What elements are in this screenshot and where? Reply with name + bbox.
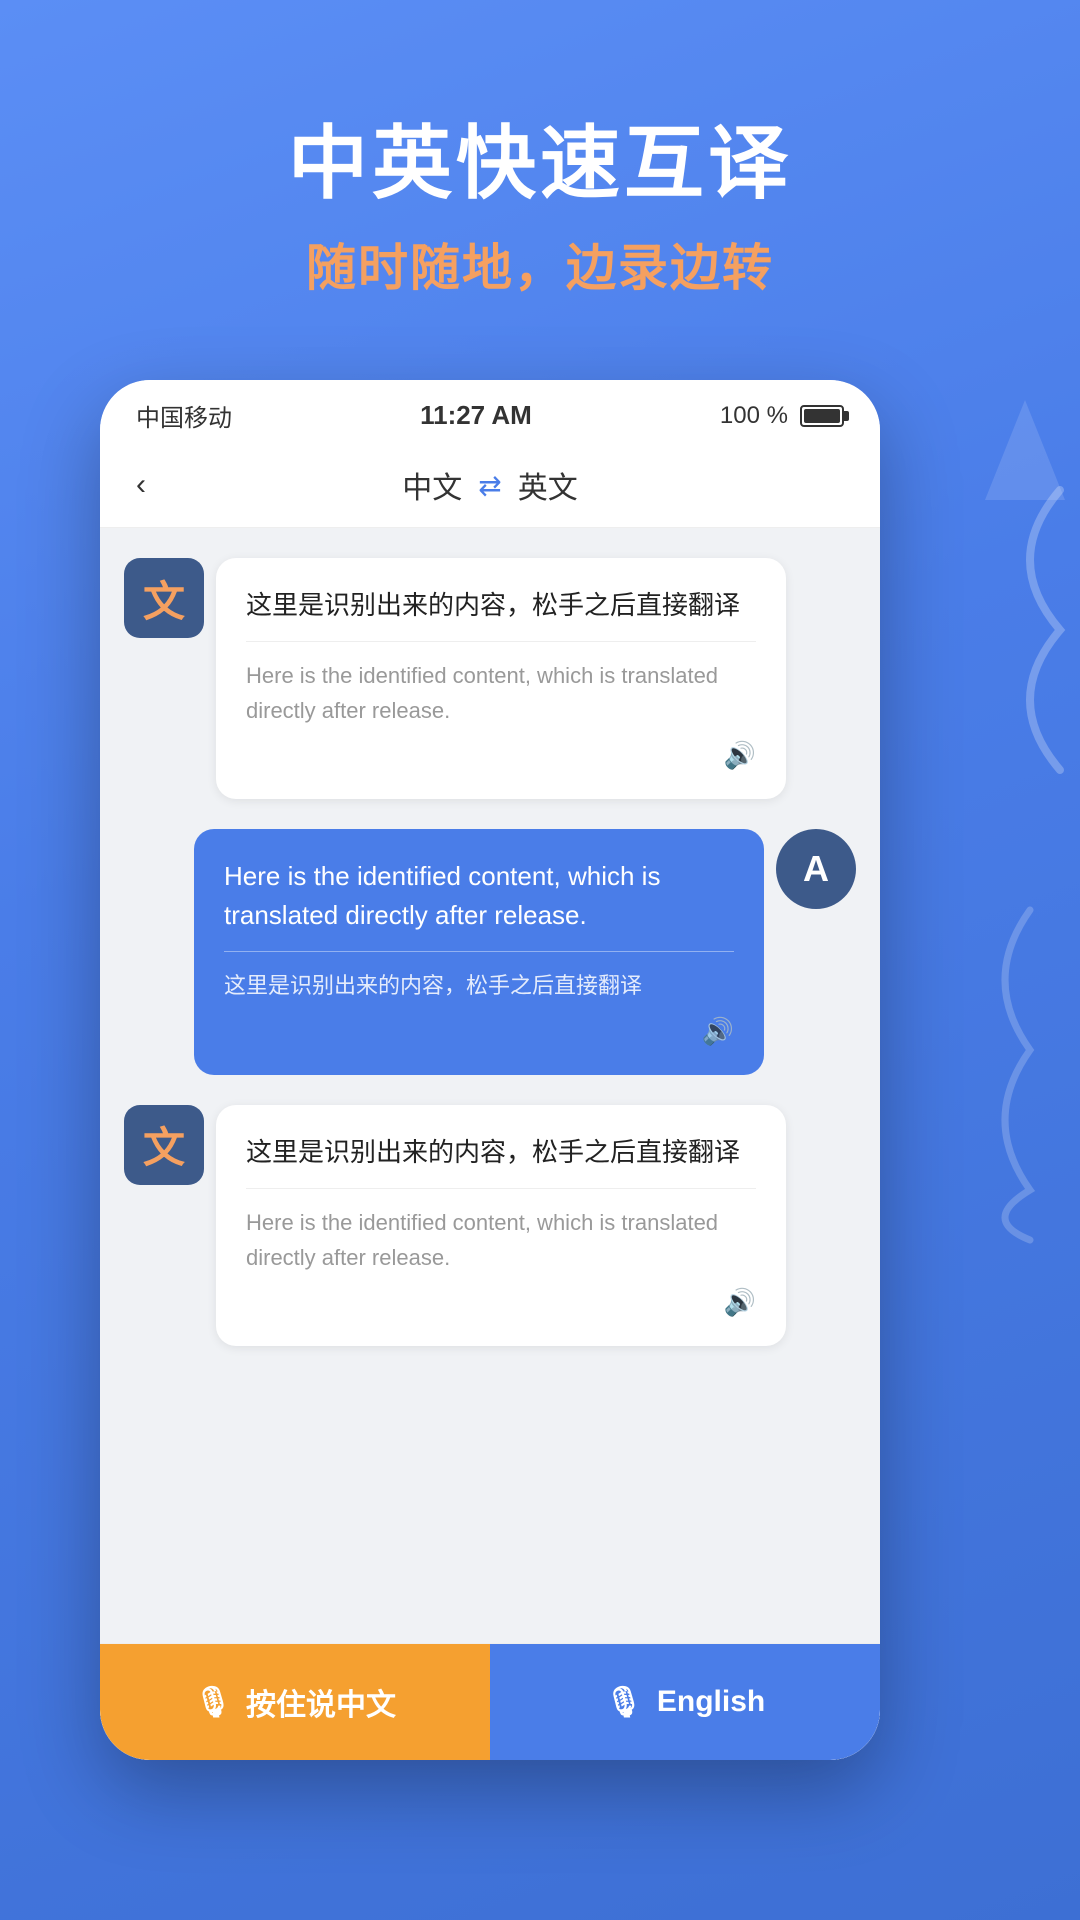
bubble-2: Here is the identified content, which is… [194, 829, 764, 1074]
carrier-text: 中国移动 [136, 398, 232, 433]
english-button-label: English [657, 1685, 765, 1719]
chinese-button-label: 按住说中文 [246, 1680, 396, 1724]
chat-area: 文 这里是识别出来的内容，松手之后直接翻译 Here is the identi… [100, 528, 880, 1760]
sound-icon-2[interactable]: 🔊 [224, 1016, 734, 1047]
message-3: 文 这里是识别出来的内容，松手之后直接翻译 Here is the identi… [124, 1105, 856, 1346]
msg1-secondary: Here is the identified content, which is… [246, 641, 756, 728]
msg3-secondary: Here is the identified content, which is… [246, 1188, 756, 1275]
msg3-primary: 这里是识别出来的内容，松手之后直接翻译 [246, 1133, 756, 1172]
bubble-1: 这里是识别出来的内容，松手之后直接翻译 Here is the identifi… [216, 558, 786, 799]
message-1: 文 这里是识别出来的内容，松手之后直接翻译 Here is the identi… [124, 558, 856, 799]
english-speak-button[interactable]: 🎙 English [490, 1644, 880, 1760]
mic-icon-chinese: 🎙 [194, 1685, 232, 1720]
sound-icon-3[interactable]: 🔊 [246, 1287, 756, 1318]
bubble-3: 这里是识别出来的内容，松手之后直接翻译 Here is the identifi… [216, 1105, 786, 1346]
status-bar: 中国移动 11:27 AM 100 % [100, 380, 880, 443]
bottom-bar: 🎙 按住说中文 🎙 English [100, 1643, 880, 1760]
avatar-a-1: A [776, 829, 856, 909]
msg2-secondary: 这里是识别出来的内容，松手之后直接翻译 [224, 951, 734, 1003]
header-section: 中英快速互译 随时随地，边录边转 [0, 0, 1080, 360]
nav-bar: ‹ 中文 ⇄ 英文 [100, 443, 880, 528]
message-2: Here is the identified content, which is… [124, 829, 856, 1074]
chinese-speak-button[interactable]: 🎙 按住说中文 [100, 1644, 490, 1760]
avatar-wen-1: 文 [124, 558, 204, 638]
msg1-primary: 这里是识别出来的内容，松手之后直接翻译 [246, 586, 756, 625]
status-right: 100 % [720, 402, 844, 430]
avatar-wen-2: 文 [124, 1105, 204, 1185]
time-text: 11:27 AM [420, 400, 532, 431]
nav-title: 中文 ⇄ 英文 [402, 463, 577, 507]
phone-mockup: 中国移动 11:27 AM 100 % ‹ 中文 ⇄ 英文 文 [100, 380, 880, 1760]
battery-text: 100 % [720, 402, 788, 430]
app-title: 中英快速互译 [0, 120, 1080, 208]
mic-icon-english: 🎙 [605, 1685, 643, 1720]
msg2-primary: Here is the identified content, which is… [224, 857, 734, 935]
battery-icon [800, 405, 844, 427]
lang-to: 英文 [518, 463, 578, 507]
lang-from: 中文 [402, 463, 462, 507]
sound-icon-1[interactable]: 🔊 [246, 740, 756, 771]
back-button[interactable]: ‹ [136, 468, 146, 502]
lang-swap-icon[interactable]: ⇄ [478, 469, 501, 502]
app-subtitle: 随时随地，边录边转 [0, 228, 1080, 300]
